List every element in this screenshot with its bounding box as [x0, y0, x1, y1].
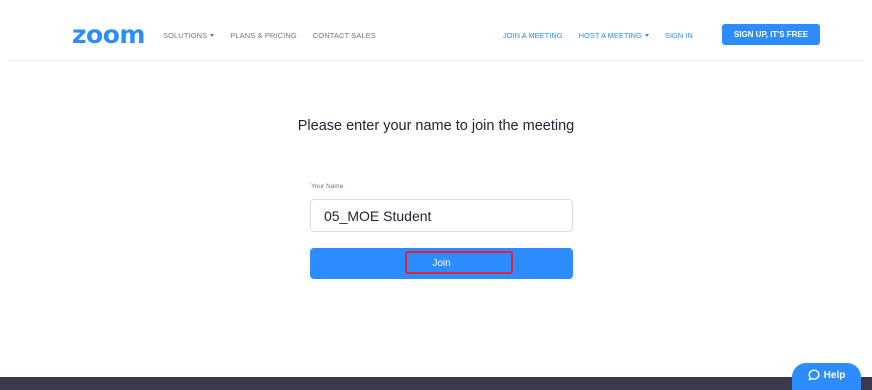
help-button[interactable]: Help	[792, 363, 861, 390]
nav-contact-sales[interactable]: CONTACT SALES	[313, 31, 376, 40]
name-field-label: Your Name	[311, 183, 344, 190]
nav-solutions[interactable]: SOLUTIONS	[163, 31, 215, 40]
chat-bubble-icon	[808, 369, 820, 381]
nav-join-meeting-label: JOIN A MEETING	[503, 31, 563, 40]
nav-plans-pricing[interactable]: PLANS & PRICING	[230, 31, 297, 40]
top-navigation-bar: zoom SOLUTIONS PLANS & PRICING CONTACT S…	[0, 0, 872, 70]
name-input[interactable]	[310, 199, 573, 232]
footer-bar	[0, 377, 872, 390]
primary-nav: SOLUTIONS PLANS & PRICING CONTACT SALES	[163, 31, 376, 40]
join-meeting-page: zoom SOLUTIONS PLANS & PRICING CONTACT S…	[0, 0, 872, 390]
nav-sign-in[interactable]: SIGN IN	[665, 31, 693, 40]
nav-contact-sales-label: CONTACT SALES	[312, 31, 376, 40]
header-divider	[10, 60, 862, 61]
nav-host-meeting-label: HOST A MEETING	[578, 31, 642, 40]
nav-sign-in-label: SIGN IN	[664, 31, 693, 40]
chevron-down-icon	[644, 34, 649, 37]
help-button-label: Help	[823, 369, 846, 381]
nav-plans-pricing-label: PLANS & PRICING	[230, 31, 297, 40]
nav-join-meeting[interactable]: JOIN A MEETING	[503, 31, 563, 40]
nav-solutions-label: SOLUTIONS	[163, 31, 208, 40]
sign-up-button[interactable]: SIGN UP, IT'S FREE	[722, 24, 820, 45]
account-nav: JOIN A MEETING HOST A MEETING SIGN IN	[503, 31, 693, 40]
page-title: Please enter your name to join the meeti…	[297, 118, 575, 134]
zoom-logo[interactable]: zoom	[72, 22, 145, 47]
nav-host-meeting[interactable]: HOST A MEETING	[579, 31, 649, 40]
join-button[interactable]: Join	[310, 248, 573, 279]
chevron-down-icon	[210, 34, 215, 37]
